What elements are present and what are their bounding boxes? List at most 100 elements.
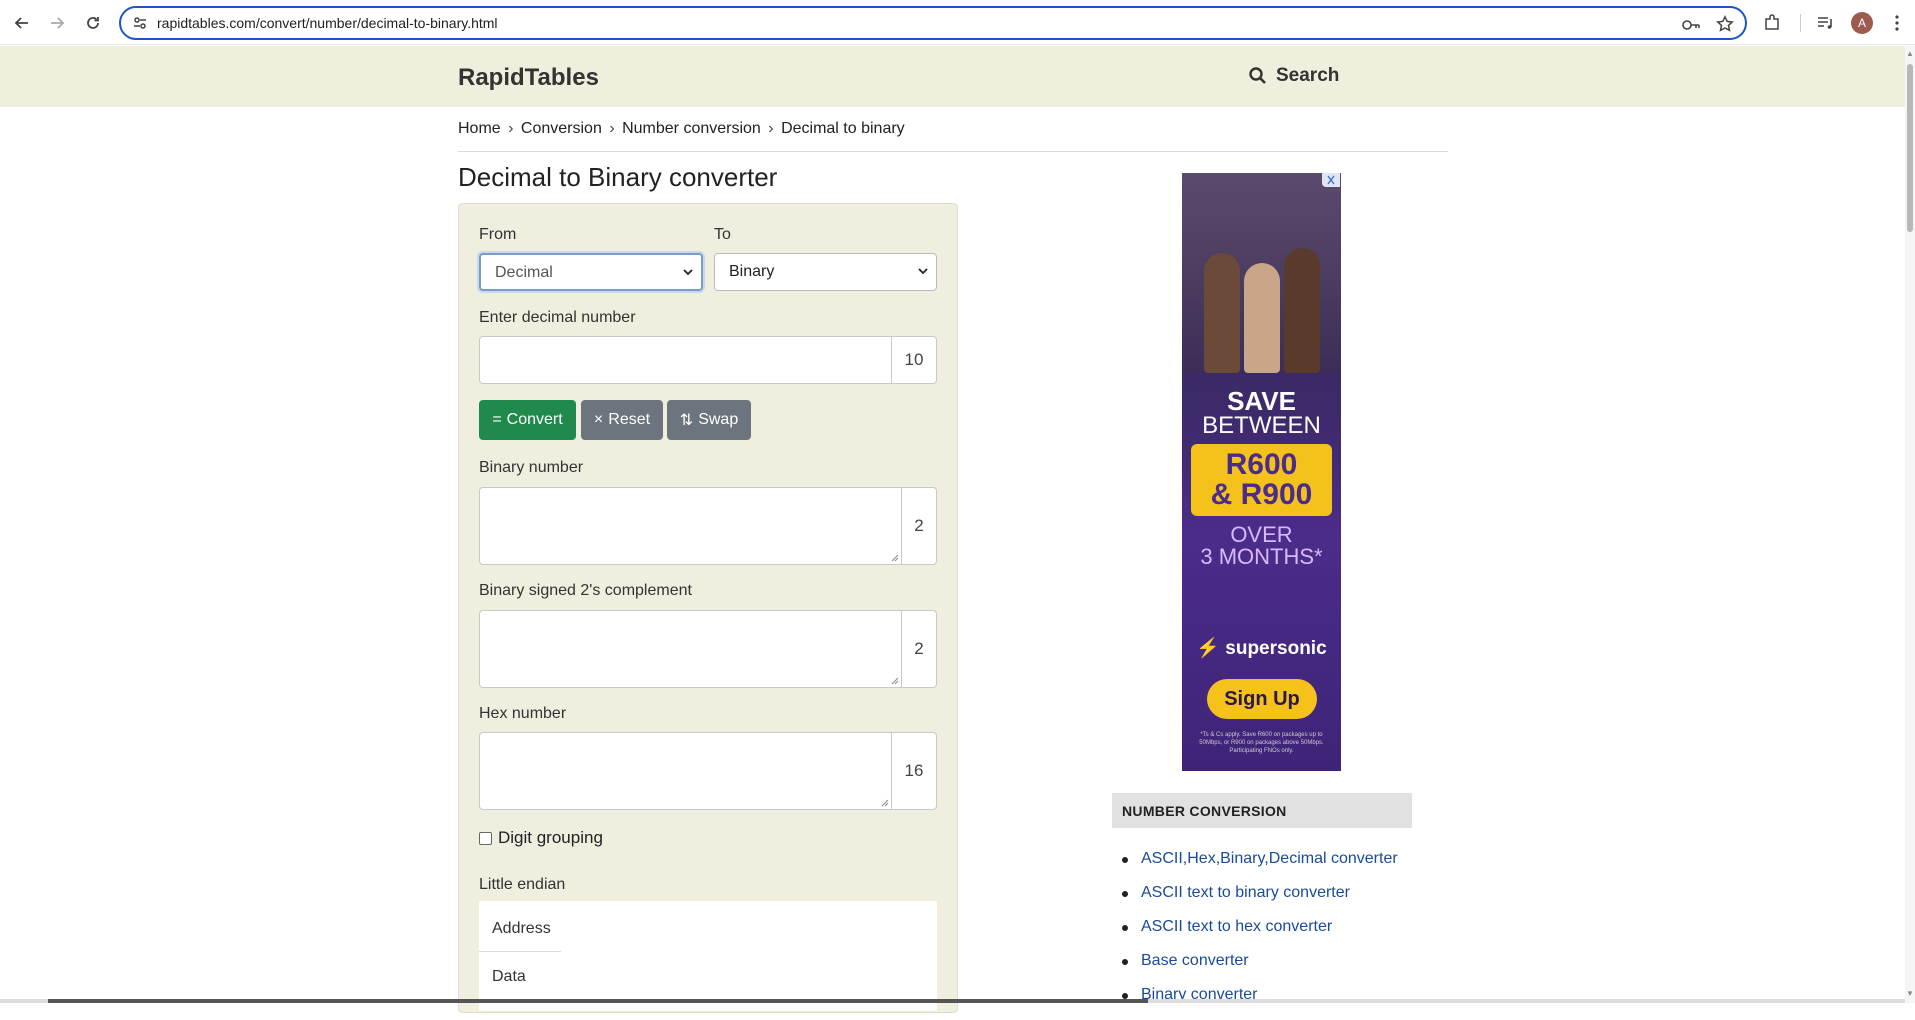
- forward-icon[interactable]: [44, 10, 70, 36]
- ad-brand: ⚡ supersonic: [1182, 636, 1341, 660]
- media-control-icon[interactable]: [1812, 10, 1838, 36]
- equals-icon: =: [492, 411, 502, 428]
- signed-base-addon: 2: [902, 610, 937, 688]
- search-icon: [1249, 67, 1266, 84]
- input-base-addon: 10: [892, 336, 937, 384]
- ad-between-text: BETWEEN: [1202, 412, 1321, 439]
- back-icon[interactable]: [9, 10, 35, 36]
- ad-fine-print: *Ts & Cs apply. Save R600 on packages up…: [1199, 732, 1324, 754]
- sidebar-links: ASCII,Hex,Binary,Decimal converter ASCII…: [1122, 850, 1398, 1020]
- breadcrumb-home[interactable]: Home: [458, 120, 501, 137]
- browser-toolbar: rapidtables.com/convert/number/decimal-t…: [0, 0, 1915, 45]
- hex-output[interactable]: [479, 732, 892, 810]
- input-label: Enter decimal number: [479, 309, 636, 326]
- scroll-down-icon[interactable]: ▼: [1906, 990, 1914, 998]
- sidebar-link[interactable]: Base converter: [1122, 952, 1398, 986]
- scroll-thumb[interactable]: [1907, 64, 1913, 232]
- digit-grouping-option[interactable]: Digit grouping: [479, 828, 603, 848]
- site-header: RapidTables Search: [0, 46, 1905, 107]
- advertisement[interactable]: SAVE BETWEEN R600 & R900 OVER 3 MONTHS* …: [1182, 173, 1341, 771]
- breadcrumb: Home › Conversion › Number conversion › …: [458, 120, 905, 138]
- horizontal-scroll-thumb[interactable]: [48, 999, 1148, 1003]
- sidebar-link[interactable]: ASCII,Hex,Binary,Decimal converter: [1122, 850, 1398, 884]
- hex-base-addon: 16: [892, 732, 937, 810]
- ad-brand-name: supersonic: [1225, 638, 1327, 659]
- ad-amount-1: R600: [1225, 448, 1298, 481]
- url-text[interactable]: rapidtables.com/convert/number/decimal-t…: [157, 15, 498, 31]
- resize-grip-icon[interactable]: [891, 677, 899, 685]
- scroll-up-icon[interactable]: ▲: [1906, 50, 1914, 58]
- convert-button[interactable]: = Convert: [479, 400, 576, 440]
- site-logo[interactable]: RapidTables: [458, 64, 599, 92]
- breadcrumb-current[interactable]: Decimal to binary: [781, 120, 905, 137]
- to-label: To: [714, 226, 731, 243]
- profile-avatar[interactable]: A: [1851, 12, 1873, 34]
- ad-person-image: [1284, 248, 1320, 373]
- search-button[interactable]: Search: [1248, 65, 1339, 87]
- ad-save-text: SAVE: [1227, 386, 1296, 416]
- from-select-value: Decimal: [495, 264, 553, 281]
- convert-label: Convert: [506, 411, 563, 428]
- horizontal-scrollbar[interactable]: [0, 999, 1905, 1003]
- sidebar-heading: NUMBER CONVERSION: [1112, 793, 1412, 828]
- reset-button[interactable]: × Reset: [581, 400, 663, 440]
- signed-output[interactable]: [479, 610, 902, 688]
- digit-grouping-checkbox[interactable]: [479, 831, 492, 845]
- chevron-down-icon: [918, 268, 928, 275]
- breadcrumb-conversion[interactable]: Conversion: [521, 120, 602, 137]
- ad-signup-button[interactable]: Sign Up: [1207, 679, 1317, 719]
- breadcrumb-number-conversion[interactable]: Number conversion: [622, 120, 761, 137]
- reload-icon[interactable]: [80, 10, 106, 36]
- endian-address-label: Address: [492, 920, 551, 937]
- swap-button[interactable]: ⇅ Swap: [667, 400, 751, 440]
- swap-label: Swap: [698, 411, 739, 428]
- to-select-value: Binary: [729, 263, 775, 280]
- resize-grip-icon[interactable]: [881, 799, 889, 807]
- sidebar-link[interactable]: ASCII text to binary converter: [1122, 884, 1398, 918]
- divider: [458, 151, 1448, 152]
- ad-close-icon[interactable]: [1322, 173, 1340, 187]
- page-title: Decimal to Binary converter: [458, 162, 778, 192]
- password-key-icon[interactable]: [1681, 15, 1701, 35]
- decimal-input[interactable]: [479, 336, 892, 384]
- from-select[interactable]: Decimal: [479, 253, 703, 291]
- ad-amount-2: & R900: [1210, 478, 1313, 511]
- ad-photo: [1182, 173, 1341, 373]
- ad-months-text: 3 MONTHS*: [1200, 544, 1323, 569]
- reset-label: Reset: [608, 411, 651, 428]
- hex-label: Hex number: [479, 705, 567, 722]
- from-label: From: [479, 226, 517, 243]
- chevron-down-icon: [683, 269, 693, 276]
- ad-over-text: OVER: [1230, 522, 1293, 547]
- ad-price-box: R600 & R900: [1191, 444, 1332, 516]
- toolbar-divider: [1800, 14, 1801, 32]
- extensions-icon[interactable]: [1759, 10, 1785, 36]
- vertical-scrollbar[interactable]: ▲ ▼: [1905, 46, 1915, 1003]
- sidebar-link[interactable]: Binary converter: [1122, 986, 1398, 1020]
- breadcrumb-separator: ›: [508, 120, 514, 137]
- to-select[interactable]: Binary: [714, 253, 937, 291]
- address-bar[interactable]: rapidtables.com/convert/number/decimal-t…: [119, 6, 1747, 40]
- binary-output[interactable]: [479, 487, 902, 565]
- resize-grip-icon[interactable]: [891, 554, 899, 562]
- digit-grouping-label: Digit grouping: [498, 828, 603, 847]
- breadcrumb-separator: ›: [768, 120, 774, 137]
- endian-data-label: Data: [492, 968, 526, 985]
- site-info-icon[interactable]: [131, 14, 149, 32]
- ad-person-image: [1244, 263, 1280, 373]
- little-endian-label: Little endian: [479, 876, 566, 893]
- binary-label: Binary number: [479, 459, 584, 476]
- breadcrumb-separator: ›: [609, 120, 615, 137]
- signed-label: Binary signed 2's complement: [479, 582, 692, 599]
- binary-base-addon: 2: [902, 487, 937, 565]
- menu-kebab-icon[interactable]: [1884, 10, 1910, 36]
- search-label: Search: [1276, 65, 1340, 86]
- sidebar-link[interactable]: ASCII text to hex converter: [1122, 918, 1398, 952]
- lightning-icon: ⚡: [1196, 638, 1220, 659]
- divider: [479, 951, 561, 952]
- bookmark-star-icon[interactable]: [1715, 15, 1735, 35]
- little-endian-table: Address Data: [479, 901, 937, 1011]
- ad-person-image: [1204, 253, 1240, 373]
- close-icon: ×: [593, 411, 604, 428]
- swap-icon: ⇅: [679, 412, 694, 429]
